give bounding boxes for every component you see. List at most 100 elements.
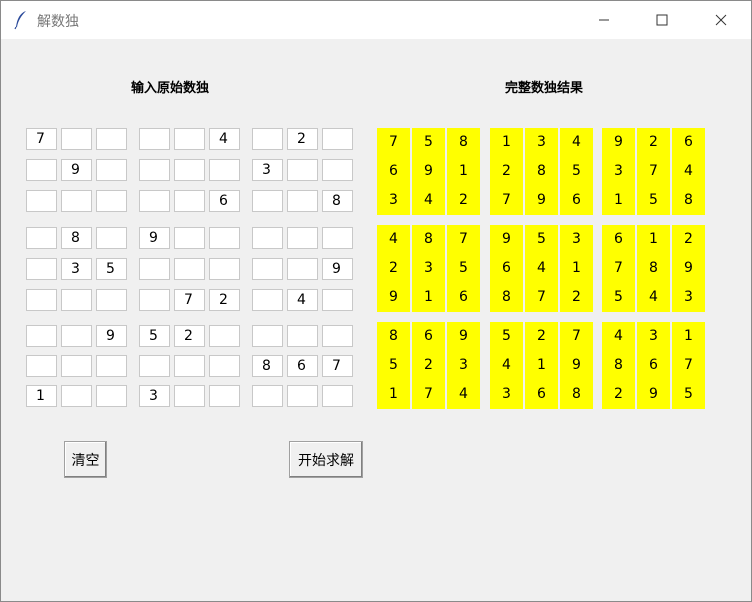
input-cell[interactable] [26, 325, 57, 347]
input-cell[interactable]: 6 [209, 190, 240, 212]
input-cell[interactable] [96, 128, 127, 150]
input-cell[interactable] [287, 258, 318, 280]
input-cell[interactable] [139, 190, 170, 212]
input-cell[interactable] [287, 159, 318, 181]
input-cell[interactable] [252, 289, 283, 311]
input-cell[interactable] [26, 227, 57, 249]
result-cell: 9 [377, 283, 410, 312]
input-cell[interactable] [61, 128, 92, 150]
input-cell[interactable] [139, 128, 170, 150]
input-cell[interactable] [139, 355, 170, 377]
input-cell[interactable] [26, 355, 57, 377]
input-cell[interactable] [287, 190, 318, 212]
input-cell[interactable]: 3 [61, 258, 92, 280]
input-cell[interactable] [252, 128, 283, 150]
input-cell[interactable] [174, 159, 205, 181]
result-cell: 2 [560, 283, 593, 312]
input-cell[interactable] [322, 159, 353, 181]
input-cell[interactable]: 9 [61, 159, 92, 181]
input-cell[interactable]: 7 [174, 289, 205, 311]
input-cell[interactable] [96, 159, 127, 181]
input-cell[interactable] [209, 325, 240, 347]
input-cell[interactable] [96, 227, 127, 249]
input-cell[interactable] [96, 190, 127, 212]
input-cell[interactable] [252, 385, 283, 407]
input-cell[interactable] [209, 355, 240, 377]
input-cell[interactable] [287, 227, 318, 249]
input-cell[interactable] [209, 258, 240, 280]
input-cell[interactable]: 2 [287, 128, 318, 150]
result-cell: 3 [377, 186, 410, 215]
input-cell[interactable]: 6 [287, 355, 318, 377]
input-cell[interactable] [174, 190, 205, 212]
input-cell[interactable]: 8 [252, 355, 283, 377]
input-cell[interactable] [61, 325, 92, 347]
input-cell[interactable]: 3 [252, 159, 283, 181]
input-cell[interactable]: 1 [26, 385, 57, 407]
input-cell[interactable]: 5 [96, 258, 127, 280]
input-cell[interactable]: 9 [96, 325, 127, 347]
close-button[interactable] [698, 1, 744, 39]
input-cell[interactable] [174, 227, 205, 249]
input-cell[interactable] [209, 385, 240, 407]
input-cell[interactable]: 8 [322, 190, 353, 212]
title-bar: 解数独 [1, 1, 751, 39]
input-cell[interactable]: 9 [322, 258, 353, 280]
result-cell: 8 [525, 157, 558, 186]
result-cell: 4 [637, 283, 670, 312]
input-cell[interactable]: 9 [139, 227, 170, 249]
input-cell[interactable]: 8 [61, 227, 92, 249]
input-cell[interactable] [96, 289, 127, 311]
input-cell[interactable] [26, 289, 57, 311]
input-cell[interactable]: 2 [174, 325, 205, 347]
result-cell: 3 [560, 225, 593, 254]
input-cell[interactable] [174, 128, 205, 150]
input-cell[interactable] [209, 159, 240, 181]
input-cell[interactable]: 4 [287, 289, 318, 311]
input-cell[interactable] [61, 355, 92, 377]
input-cell[interactable]: 3 [139, 385, 170, 407]
input-cell[interactable] [61, 190, 92, 212]
input-cell[interactable]: 7 [26, 128, 57, 150]
input-cell[interactable] [96, 385, 127, 407]
input-cell[interactable] [322, 289, 353, 311]
input-cell[interactable] [322, 128, 353, 150]
input-cell[interactable] [139, 289, 170, 311]
input-cell[interactable] [26, 258, 57, 280]
result-cell: 2 [490, 157, 523, 186]
input-cell[interactable] [26, 190, 57, 212]
input-cell[interactable] [322, 227, 353, 249]
input-cell[interactable] [96, 355, 127, 377]
solve-button[interactable]: 开始求解 [289, 441, 363, 478]
input-cell[interactable] [174, 355, 205, 377]
input-cell[interactable] [61, 385, 92, 407]
input-cell[interactable]: 4 [209, 128, 240, 150]
input-cell[interactable] [287, 385, 318, 407]
input-cell[interactable] [287, 325, 318, 347]
input-cell[interactable] [61, 289, 92, 311]
input-cell[interactable] [174, 385, 205, 407]
clear-button[interactable]: 清空 [64, 441, 107, 478]
input-cell[interactable] [26, 159, 57, 181]
input-cell[interactable] [209, 227, 240, 249]
input-cell[interactable] [252, 227, 283, 249]
result-cell: 3 [525, 128, 558, 157]
result-cell: 7 [602, 254, 635, 283]
input-cell[interactable] [252, 258, 283, 280]
input-cell[interactable] [139, 258, 170, 280]
input-cell[interactable] [139, 159, 170, 181]
result-cell: 5 [637, 186, 670, 215]
minimize-button[interactable] [581, 1, 627, 39]
input-cell[interactable] [174, 258, 205, 280]
result-cell: 2 [672, 225, 705, 254]
result-cell: 6 [602, 225, 635, 254]
input-cell[interactable] [322, 325, 353, 347]
input-cell[interactable]: 5 [139, 325, 170, 347]
input-cell[interactable]: 7 [322, 355, 353, 377]
maximize-button[interactable] [639, 1, 685, 39]
input-cell[interactable] [252, 325, 283, 347]
input-cell[interactable] [322, 385, 353, 407]
input-cell[interactable]: 2 [209, 289, 240, 311]
result-cell: 2 [447, 186, 480, 215]
input-cell[interactable] [252, 190, 283, 212]
